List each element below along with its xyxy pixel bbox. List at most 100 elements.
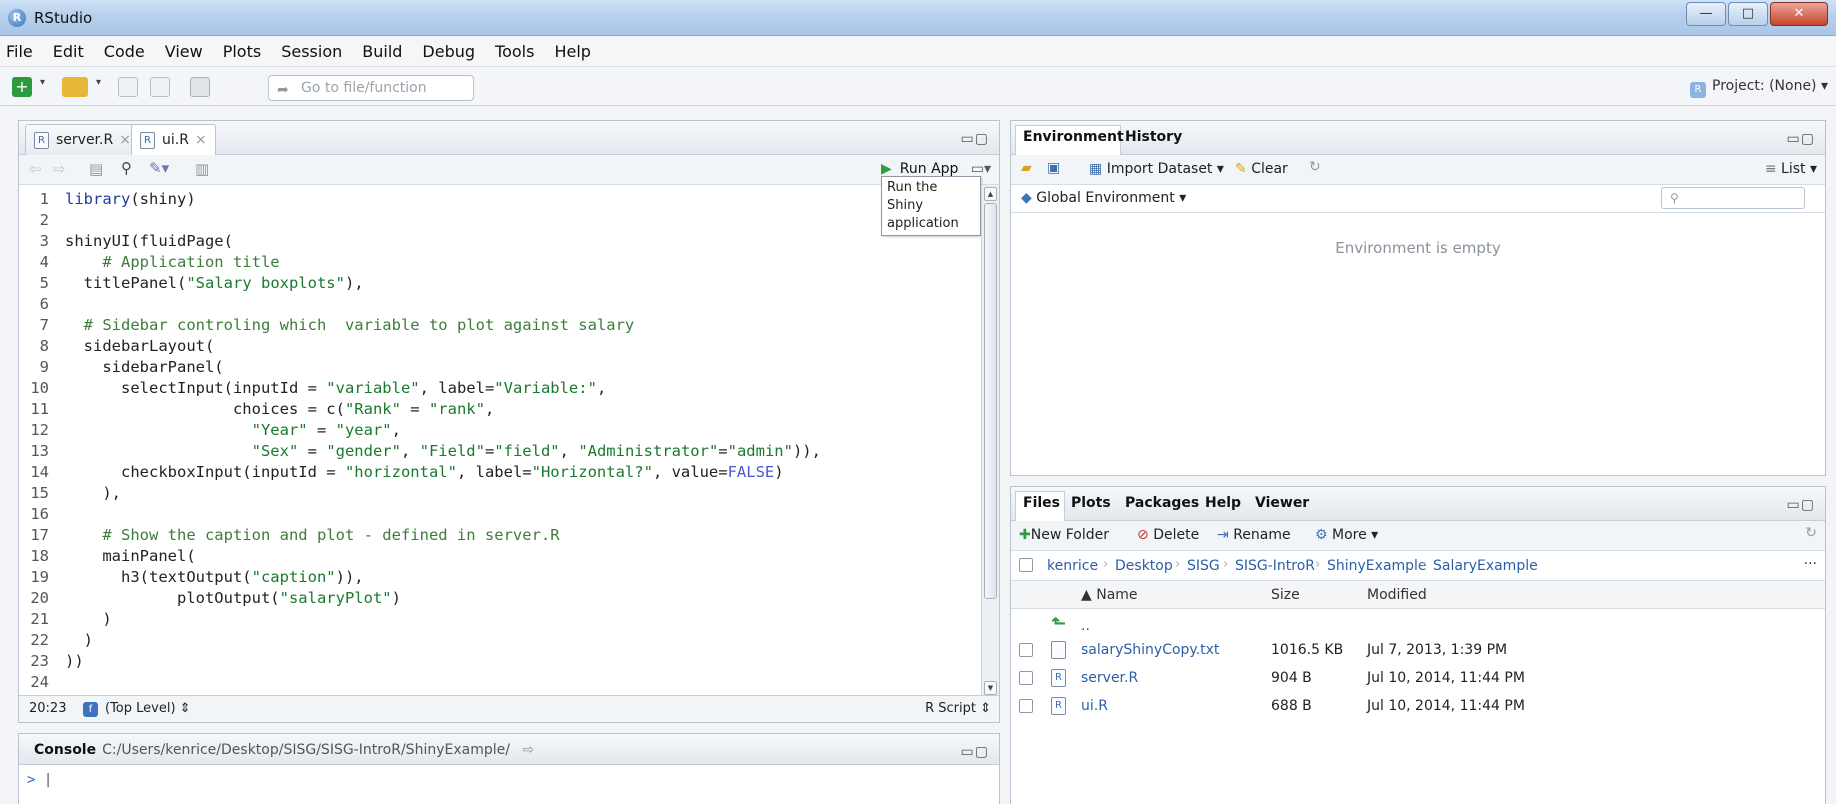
code-line[interactable]: 17 # Show the caption and plot - defined…: [19, 525, 981, 545]
back-icon[interactable]: ⇦: [29, 160, 42, 178]
load-workspace-icon[interactable]: ▰: [1021, 160, 1032, 176]
code-line[interactable]: 13 "Sex" = "gender", "Field"="field", "A…: [19, 441, 981, 461]
tab-close-icon[interactable]: ×: [195, 132, 207, 148]
code-editor[interactable]: 1 library(shiny) 2 3 shinyUI(fluidPage(4 # A…: [19, 185, 981, 697]
parent-directory-link[interactable]: ..: [1081, 618, 1090, 634]
code-line[interactable]: 10 selectInput(inputId = "variable", lab…: [19, 378, 981, 398]
filetype-selector[interactable]: R Script ⇕: [925, 696, 991, 722]
console-prompt[interactable]: > |: [27, 772, 52, 788]
tab-environment[interactable]: Environment: [1023, 129, 1124, 145]
tab-packages[interactable]: Packages: [1125, 495, 1199, 511]
crumb-shinyexample[interactable]: ShinyExample: [1327, 558, 1427, 574]
list-view-button[interactable]: ≡ List ▾: [1765, 161, 1817, 177]
menu-help[interactable]: Help: [554, 42, 590, 61]
env-minmax-icon[interactable]: ▭▢: [1787, 131, 1815, 147]
new-folder-button[interactable]: ✚New Folder: [1019, 527, 1109, 543]
menu-plots[interactable]: Plots: [223, 42, 262, 61]
code-line[interactable]: 18 mainPanel(: [19, 546, 981, 566]
compile-report-icon[interactable]: ▥: [195, 160, 209, 178]
code-line[interactable]: 24: [19, 672, 981, 692]
crumb-desktop[interactable]: Desktop: [1115, 558, 1173, 574]
tab-plots[interactable]: Plots: [1071, 495, 1111, 511]
pane-minmax-icon[interactable]: ▭▢: [961, 131, 989, 147]
menu-debug[interactable]: Debug: [422, 42, 475, 61]
scroll-up-icon[interactable]: ▲: [984, 187, 997, 201]
file-name[interactable]: salaryShinyCopy.txt: [1081, 642, 1219, 658]
column-size[interactable]: Size: [1271, 587, 1300, 603]
file-name[interactable]: server.R: [1081, 670, 1138, 686]
tab-ui-r[interactable]: R ui.R ×: [131, 124, 216, 156]
tab-viewer[interactable]: Viewer: [1255, 495, 1309, 511]
code-line[interactable]: 23)): [19, 651, 981, 671]
editor-scrollbar[interactable]: ▲ ▼: [981, 185, 999, 697]
code-line[interactable]: 2: [19, 210, 981, 230]
refresh-icon[interactable]: ↻: [1309, 159, 1321, 175]
save-workspace-icon[interactable]: ▣: [1047, 160, 1060, 176]
menu-session[interactable]: Session: [281, 42, 342, 61]
code-line[interactable]: 11 choices = c("Rank" = "rank",: [19, 399, 981, 419]
select-all-checkbox[interactable]: [1019, 558, 1033, 572]
file-checkbox[interactable]: [1019, 699, 1033, 713]
maximize-button[interactable]: □: [1728, 2, 1768, 26]
file-checkbox[interactable]: [1019, 671, 1033, 685]
tab-server-r[interactable]: R server.R ×: [25, 124, 140, 155]
crumb-kenrice[interactable]: kenrice: [1047, 558, 1098, 574]
save-icon[interactable]: [118, 77, 138, 97]
scope-selector[interactable]: (Top Level) ⇕: [105, 696, 191, 722]
run-app-button[interactable]: ▶ Run App: [881, 161, 958, 177]
code-line[interactable]: 5 titlePanel("Salary boxplots"),: [19, 273, 981, 293]
new-file-icon[interactable]: +: [12, 77, 32, 97]
file-name[interactable]: ui.R: [1081, 698, 1108, 714]
parent-directory-row[interactable]: ⬑ ..: [1011, 611, 1825, 639]
go-to-file-input[interactable]: ➦ Go to file/function: [268, 75, 474, 101]
delete-button[interactable]: ⊘ Delete: [1137, 527, 1199, 543]
console-minmax-icon[interactable]: ▭▢: [961, 744, 989, 760]
code-line[interactable]: 16: [19, 504, 981, 524]
open-dropdown-icon[interactable]: ▾: [96, 77, 106, 97]
scroll-down-icon[interactable]: ▼: [984, 681, 997, 695]
column-modified[interactable]: Modified: [1367, 587, 1427, 603]
search-icon[interactable]: ⚲: [121, 159, 132, 177]
code-line[interactable]: 14 checkboxInput(inputId = "horizontal",…: [19, 462, 981, 482]
refresh-icon[interactable]: ↻: [1805, 525, 1817, 541]
print-icon[interactable]: [190, 77, 210, 97]
tab-close-icon[interactable]: ×: [119, 132, 131, 148]
menu-file[interactable]: File: [6, 42, 33, 61]
code-line[interactable]: 21 ): [19, 609, 981, 629]
save-all-icon[interactable]: [150, 77, 170, 97]
wand-icon[interactable]: ✎▾: [149, 159, 169, 177]
code-line[interactable]: 7 # Sidebar controling which variable to…: [19, 315, 981, 335]
run-options-icon[interactable]: ▭▾: [971, 161, 991, 177]
open-project-icon[interactable]: [62, 77, 88, 97]
code-line[interactable]: 15 ),: [19, 483, 981, 503]
project-menu[interactable]: R Project: (None) ▾: [1690, 78, 1828, 98]
save-file-icon[interactable]: ▤: [89, 160, 103, 178]
code-line[interactable]: 4 # Application title: [19, 252, 981, 272]
forward-icon[interactable]: ⇨: [53, 160, 66, 178]
code-line[interactable]: 20 plotOutput("salaryPlot"): [19, 588, 981, 608]
files-minmax-icon[interactable]: ▭▢: [1787, 497, 1815, 513]
code-line[interactable]: 9 sidebarPanel(: [19, 357, 981, 377]
tab-help[interactable]: Help: [1205, 495, 1241, 511]
minimize-button[interactable]: —: [1686, 2, 1726, 26]
close-button[interactable]: ✕: [1770, 2, 1828, 26]
code-line[interactable]: 19 h3(textOutput("caption")),: [19, 567, 981, 587]
global-env-selector[interactable]: ◆ Global Environment ▾: [1021, 190, 1186, 206]
new-file-dropdown-icon[interactable]: ▾: [40, 77, 50, 97]
environment-search-input[interactable]: ⚲: [1661, 187, 1805, 209]
code-line[interactable]: 1 library(shiny): [19, 189, 981, 209]
code-line[interactable]: 6: [19, 294, 981, 314]
tab-history[interactable]: History: [1125, 129, 1182, 145]
scrollbar-thumb[interactable]: [984, 203, 997, 599]
more-button[interactable]: ⚙ More ▾: [1315, 527, 1378, 543]
import-dataset-button[interactable]: ▦ Import Dataset ▾: [1089, 161, 1224, 177]
menu-tools[interactable]: Tools: [495, 42, 534, 61]
file-checkbox[interactable]: [1019, 643, 1033, 657]
code-line[interactable]: 8 sidebarLayout(: [19, 336, 981, 356]
goto-directory-icon[interactable]: ⇨: [522, 742, 534, 758]
more-path-icon[interactable]: ···: [1804, 556, 1817, 572]
column-name[interactable]: ▲ Name: [1081, 587, 1138, 603]
menu-build[interactable]: Build: [362, 42, 402, 61]
crumb-sisg[interactable]: SISG: [1187, 558, 1220, 574]
crumb-sisg-intror[interactable]: SISG-IntroR: [1235, 558, 1315, 574]
